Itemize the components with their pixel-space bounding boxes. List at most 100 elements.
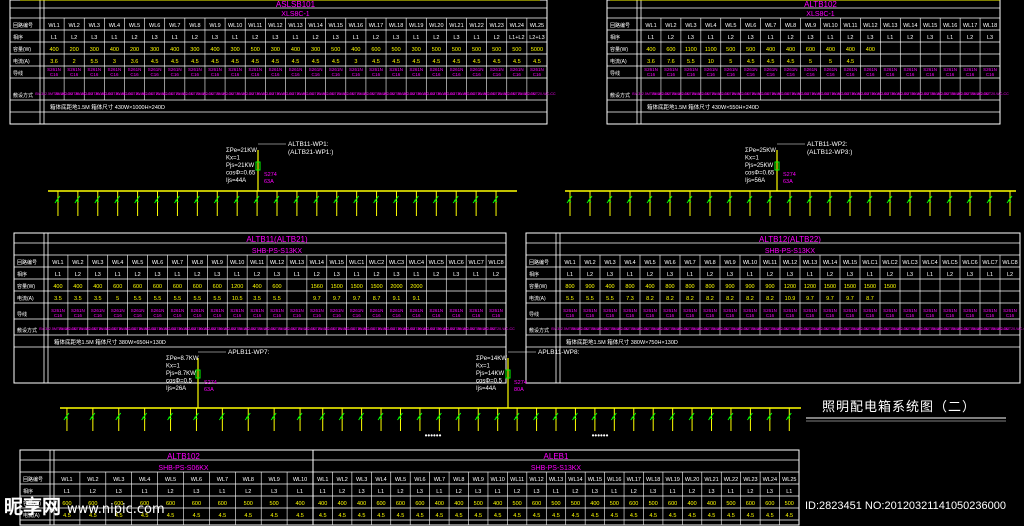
circuit-id: WL14	[823, 260, 837, 266]
breaker-rating: C16	[313, 313, 322, 318]
feeder-calc: ΣPe=8.7KW	[166, 356, 199, 362]
phase-label: L1	[947, 35, 953, 41]
circuit-id: WL21	[449, 23, 463, 29]
circuit-id: WL2	[72, 260, 83, 266]
phase-label: L1	[670, 489, 676, 495]
breaker-rating: C16	[372, 72, 381, 77]
phase-label: L3	[907, 272, 913, 278]
main-breaker-rating: 80A	[514, 387, 524, 393]
current-value: 4.5	[493, 59, 501, 65]
phase-label: L2	[456, 489, 462, 495]
phase-label: L1	[495, 489, 501, 495]
breaker-rating: C16	[846, 72, 855, 77]
phase-label: L1	[172, 35, 178, 41]
current-value: 4.5	[669, 513, 677, 519]
capacity-value: 400	[645, 284, 654, 290]
circuit-id: WL11	[248, 23, 262, 29]
circuit-id: WL21	[704, 477, 718, 483]
circuit-id: WLC1	[349, 260, 364, 266]
capacity-value: 500	[551, 501, 560, 507]
main-breaker-model: S274	[264, 172, 277, 178]
cable-spec: BV-3x2.5MT20-WC-CC	[991, 327, 1024, 331]
phase-label: L2	[339, 489, 345, 495]
circuit-id: WL20	[685, 477, 699, 483]
phase-label: L2	[668, 35, 674, 41]
current-value: 9.7	[353, 296, 361, 302]
circuit-id: WL14	[903, 23, 917, 29]
breaker-rating: C16	[493, 72, 502, 77]
current-value: 4.5	[533, 59, 541, 65]
circuit-id: WL11	[763, 260, 777, 266]
current-value: 4.5	[392, 59, 400, 65]
current-value: 3	[113, 59, 116, 65]
phase-label: L1	[747, 272, 753, 278]
breaker-rating: C16	[392, 313, 401, 318]
capacity-value: 600	[218, 501, 227, 507]
breaker-rating: C16	[311, 72, 320, 77]
circuit-id: WL16	[943, 23, 957, 29]
feeder-ref: APLB11-WP8:	[538, 349, 580, 356]
circuit-id: WL16	[349, 23, 363, 29]
circuit-id: WL10	[490, 477, 504, 483]
capacity-value: 200	[70, 47, 79, 53]
current-value: 4.5	[211, 59, 219, 65]
breaker-rating: C16	[133, 313, 142, 318]
capacity-value: 500	[649, 501, 658, 507]
circuit-id: WL2	[665, 23, 676, 29]
current-value: 4.5	[727, 513, 735, 519]
phase-label: L2+L3	[529, 35, 544, 41]
capacity-value: 500	[571, 501, 580, 507]
capacity-value: 400	[786, 47, 795, 53]
phase-label: L3	[359, 489, 365, 495]
current-value: 4.5	[292, 59, 300, 65]
main-breaker-rating: 63A	[264, 179, 274, 185]
breaker-rating: C16	[412, 72, 421, 77]
circuit-id: WL2	[337, 477, 348, 483]
circuit-id: WL3	[92, 260, 103, 266]
phase-label: L1	[867, 272, 873, 278]
phase-label: L3	[748, 35, 754, 41]
breaker-rating: C16	[253, 313, 262, 318]
circuit-id: WL17	[627, 477, 641, 483]
capacity-value: 300	[271, 47, 280, 53]
circuit-id: WL10	[743, 260, 757, 266]
circuit-id: WLC4	[409, 260, 424, 266]
current-value: 5.5	[586, 296, 594, 302]
breaker-rating: C16	[666, 313, 675, 318]
current-value: 3.6	[647, 59, 655, 65]
circuit-id: WL15	[329, 23, 343, 29]
current-value: 9.7	[333, 296, 341, 302]
circuit-id: WL3	[685, 23, 696, 29]
breaker-rating: C16	[906, 313, 915, 318]
breaker-rating: C16	[251, 72, 260, 77]
current-value: 5.5	[273, 296, 281, 302]
feeder-calc: Pjs=8.7KW	[166, 371, 196, 377]
distribution-board-bottom-right: ALEB1 SHB-PS-S13KX WL1 WL2 WL3 WL4 WL5 WL6 WL7 WL…	[312, 349, 801, 526]
circuit-id: WL5	[725, 23, 736, 29]
panel-model: XLS8C-1	[281, 11, 310, 18]
breaker-rating: C16	[332, 72, 341, 77]
breaker-rating: C16	[806, 72, 815, 77]
current-value: 9.7	[826, 296, 834, 302]
capacity-value: 1100	[685, 47, 697, 53]
capacity-value: 400	[252, 284, 261, 290]
phase-label: L3	[274, 272, 280, 278]
panel-model: SHB-PS-S13KX	[252, 248, 303, 255]
current-value: 4.5	[251, 59, 259, 65]
breaker-rating: C16	[826, 313, 835, 318]
circuit-id: WL20	[429, 23, 443, 29]
breaker-rating: C16	[412, 313, 421, 318]
phase-label: L2	[887, 272, 893, 278]
capacity-value: 300	[150, 47, 159, 53]
current-value: 3.5	[253, 296, 261, 302]
panel-model: SHB-PS-S06KX	[158, 465, 209, 472]
current-value: 8.2	[746, 296, 754, 302]
current-value: 4.5	[416, 513, 424, 519]
circuit-id: WL16	[607, 477, 621, 483]
phase-label: L2	[767, 272, 773, 278]
capacity-value: 500	[746, 47, 755, 53]
current-value: 4.5	[847, 59, 855, 65]
current-value: 4.5	[319, 513, 327, 519]
current-value: 3.5	[74, 296, 82, 302]
phase-label: L1	[887, 35, 893, 41]
